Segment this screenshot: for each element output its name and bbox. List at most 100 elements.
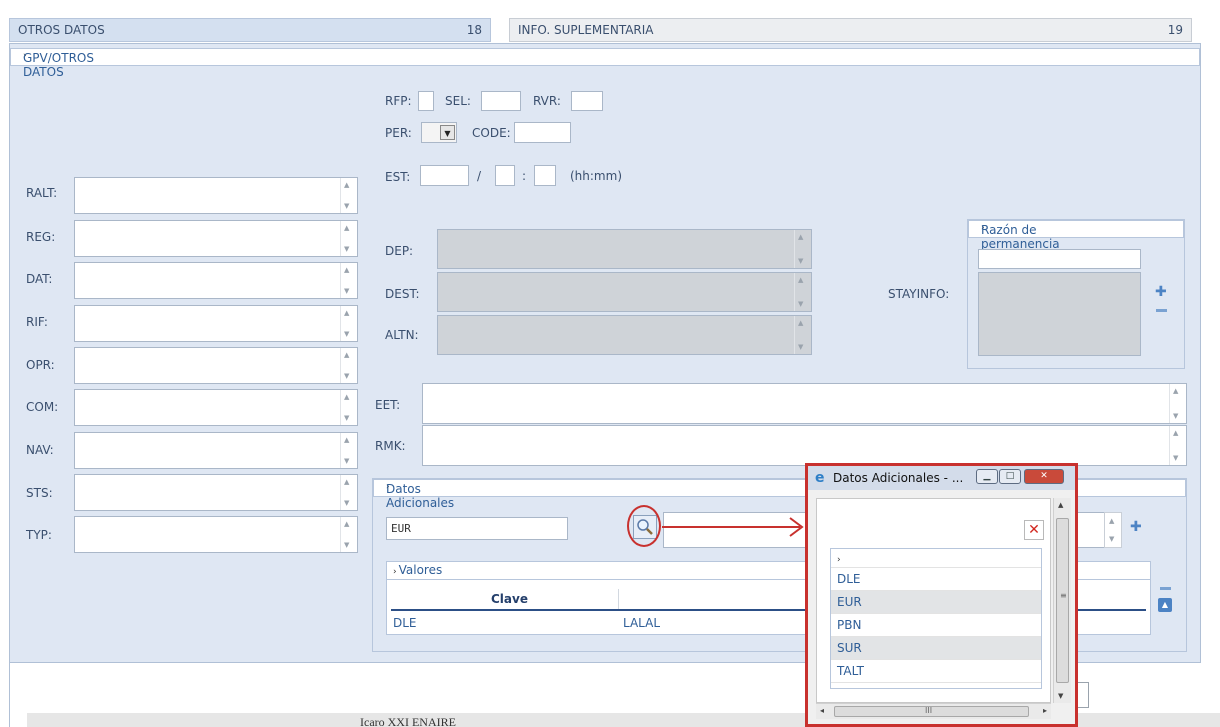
chevron-down-icon: ▼ (440, 125, 455, 140)
remove-icon[interactable] (1160, 587, 1171, 590)
nav-label: NAV: (26, 443, 54, 457)
est-hint: (hh:mm) (570, 169, 622, 183)
stayinfo-header[interactable]: › Razón de permanencia (968, 220, 1184, 251)
add-icon[interactable]: ✚ (1155, 284, 1167, 300)
datos-key-input[interactable]: EUR (386, 517, 568, 540)
stayinfo-section: › Razón de permanencia ✚ (967, 219, 1185, 369)
stayinfo-list[interactable] (978, 272, 1141, 356)
est-field-2[interactable] (495, 165, 515, 186)
datos-adicionales-title: Datos Adicionales (386, 482, 455, 510)
dep-label: DEP: (385, 244, 414, 258)
scroll-up-icon[interactable]: ▲ (1058, 501, 1063, 509)
scroll-right-icon[interactable]: ▸ (1043, 706, 1047, 715)
dat-label: DAT: (26, 272, 53, 286)
altn-textarea: ▲ ▼ (437, 315, 812, 355)
stayinfo-label: STAYINFO: (888, 287, 950, 301)
scroll-thumb[interactable]: ≡ (1056, 518, 1069, 683)
section-title: GPV/OTROS DATOS (23, 51, 94, 79)
sts-textarea[interactable]: ▲ ▼ (74, 474, 358, 511)
est-slash: / (477, 169, 482, 183)
rfp-label: RFP: (385, 94, 412, 108)
opr-textarea[interactable]: ▲ ▼ (74, 347, 358, 384)
ralt-textarea[interactable]: ▲ ▼ (74, 177, 358, 214)
est-field-1[interactable] (420, 165, 469, 186)
per-label: PER: (385, 126, 412, 140)
list-item[interactable]: SUR (831, 637, 1041, 660)
est-colon: : (522, 169, 527, 183)
valores-title: Valores (398, 563, 443, 577)
list-item[interactable]: TALT (831, 660, 1041, 683)
rmk-textarea[interactable]: ▲ ▼ (422, 425, 1187, 466)
collapse-up-icon[interactable]: ▲ (1158, 598, 1172, 612)
list-item[interactable]: PBN (831, 614, 1041, 637)
popup-close-icon[interactable]: ✕ (1024, 520, 1044, 540)
eet-textarea[interactable]: ▲ ▼ (422, 383, 1187, 424)
stayinfo-title: Razón de permanencia (981, 223, 1060, 251)
dep-textarea: ▲ ▼ (437, 229, 812, 269)
maximize-button[interactable]: □ (999, 469, 1021, 484)
per-select[interactable]: ▼ (421, 122, 457, 143)
tab-count: 19 (1167, 23, 1183, 37)
reg-label: REG: (26, 230, 56, 244)
popup-titlebar[interactable]: e Datos Adicionales - ... ▁ □ ✕ (808, 466, 1075, 490)
code-label: CODE: (472, 126, 511, 140)
tab-otros-datos[interactable]: OTROS DATOS 18 (9, 18, 491, 42)
rif-label: RIF: (26, 315, 48, 329)
chevron-right-icon: › (393, 567, 397, 577)
search-highlight-circle (627, 505, 661, 547)
popup-list: › DLE EUR PBN SUR TALT (830, 548, 1042, 689)
typ-label: TYP: (26, 528, 52, 542)
popup-content: ✕ › DLE EUR PBN SUR TALT (816, 498, 1051, 703)
eet-label: EET: (375, 398, 401, 412)
datos-value-scroll[interactable]: ▲ ▼ (1104, 512, 1122, 548)
popup-list-header[interactable]: › (831, 549, 1041, 568)
scroll-down-icon[interactable]: ▼ (1058, 692, 1063, 700)
rvr-field[interactable] (571, 91, 603, 111)
popup-vertical-scrollbar[interactable]: ▲ ≡ ▼ (1053, 498, 1071, 703)
sel-field[interactable] (481, 91, 521, 111)
popup-title: Datos Adicionales - ... (833, 471, 964, 485)
add-icon[interactable]: ✚ (1130, 519, 1142, 535)
chevron-right-icon: › (837, 555, 841, 565)
h-scroll-grip: III (925, 706, 933, 715)
tab-label: INFO. SUPLEMENTARIA (518, 23, 654, 37)
dest-label: DEST: (385, 287, 420, 301)
com-label: COM: (26, 400, 59, 414)
scroll-left-icon[interactable]: ◂ (820, 706, 824, 715)
reg-textarea[interactable]: ▲ ▼ (74, 220, 358, 257)
rif-textarea[interactable]: ▲ ▼ (74, 305, 358, 342)
footer-left-border (9, 663, 10, 727)
est-field-3[interactable] (534, 165, 556, 186)
cell-clave: DLE (393, 616, 417, 630)
altn-label: ALTN: (385, 328, 419, 342)
dat-textarea[interactable]: ▲ ▼ (74, 262, 358, 299)
section-gpv-header[interactable]: › GPV/OTROS DATOS (10, 48, 1200, 79)
ie-icon: e (815, 470, 825, 486)
sel-label: SEL: (445, 94, 471, 108)
cell-valor: LALAL (623, 616, 661, 630)
dest-textarea: ▲ ▼ (437, 272, 812, 312)
list-item[interactable]: EUR (831, 591, 1041, 614)
tab-count: 18 (466, 23, 482, 37)
list-item[interactable]: DLE (831, 568, 1041, 591)
typ-textarea[interactable]: ▲ ▼ (74, 516, 358, 553)
arrow-annotation (662, 517, 804, 537)
stayinfo-input[interactable] (978, 249, 1141, 269)
est-label: EST: (385, 170, 411, 184)
rfp-field[interactable] (418, 91, 434, 111)
close-window-button[interactable]: ✕ (1024, 469, 1064, 484)
ralt-label: RALT: (26, 186, 58, 200)
remove-icon[interactable] (1156, 309, 1167, 312)
com-textarea[interactable]: ▲ ▼ (74, 389, 358, 426)
rmk-label: RMK: (375, 439, 406, 453)
minimize-button[interactable]: ▁ (976, 469, 998, 484)
tab-label: OTROS DATOS (18, 23, 105, 37)
datos-adicionales-popup: e Datos Adicionales - ... ▁ □ ✕ ✕ › DLE … (805, 463, 1078, 727)
h-scroll-thumb[interactable]: III (834, 706, 1029, 717)
column-header-clave[interactable]: Clave (491, 592, 528, 606)
code-field[interactable] (514, 122, 571, 143)
tab-info-suplementaria[interactable]: INFO. SUPLEMENTARIA 19 (509, 18, 1192, 42)
rvr-label: RVR: (533, 94, 561, 108)
nav-textarea[interactable]: ▲ ▼ (74, 432, 358, 469)
popup-horizontal-scrollbar[interactable]: ◂ III ▸ (816, 703, 1051, 719)
